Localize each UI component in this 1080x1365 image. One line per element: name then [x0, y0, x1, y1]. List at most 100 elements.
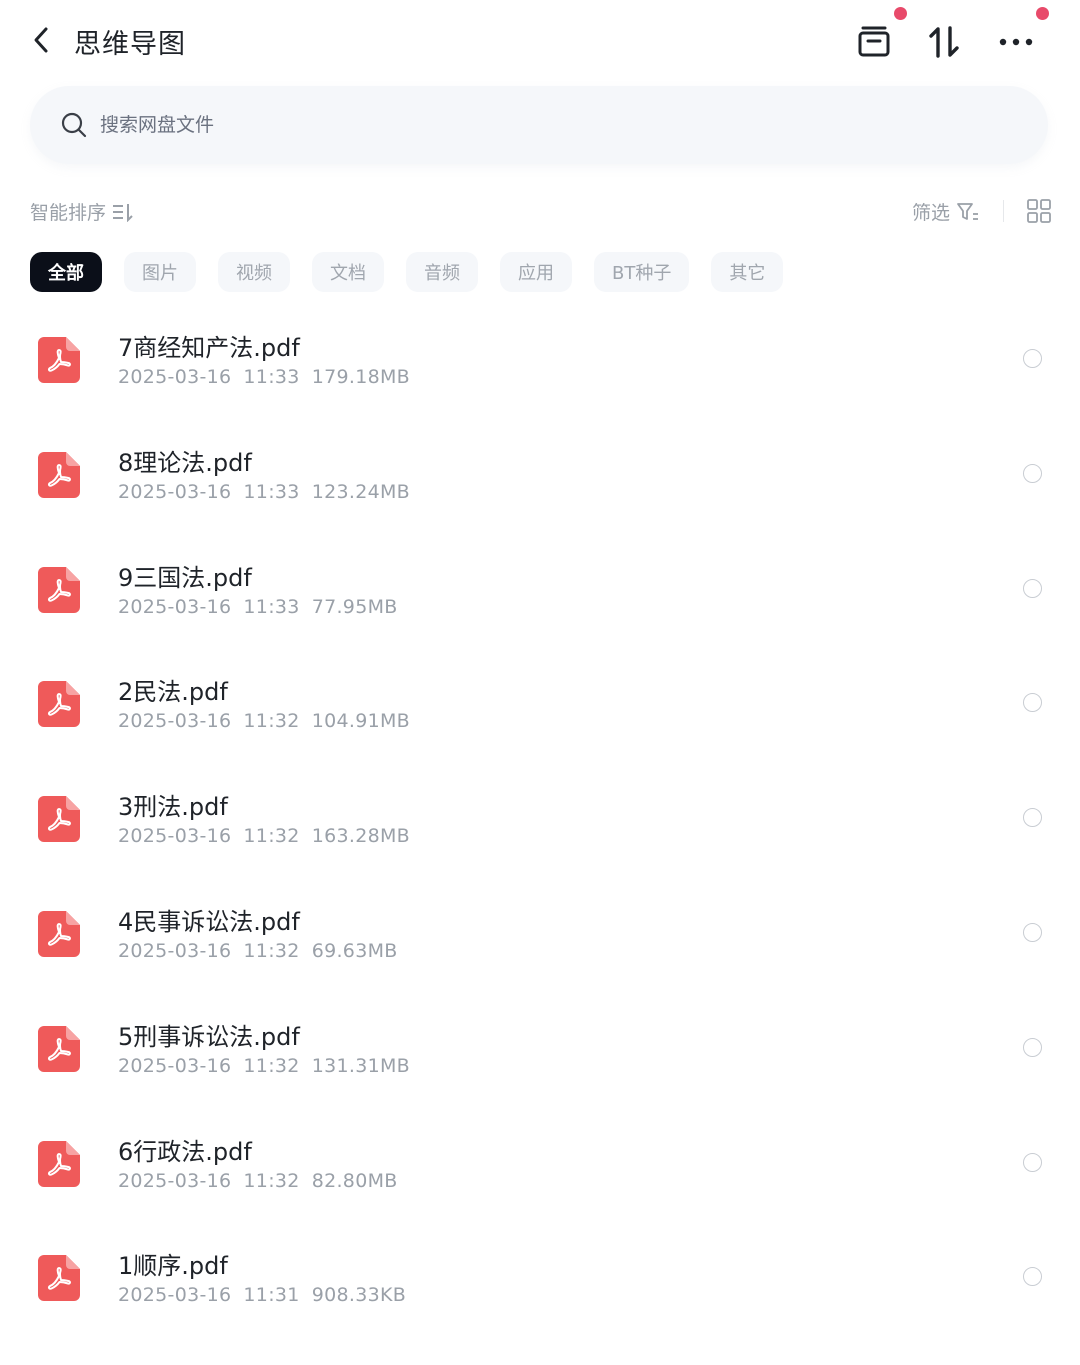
pdf-file-icon — [38, 337, 80, 383]
file-name: 3刑法.pdf — [118, 793, 228, 822]
file-date: 2025-03-16 — [118, 825, 232, 848]
divider — [1003, 200, 1004, 222]
pdf-file-icon — [38, 1255, 80, 1301]
tab-apps[interactable]: 应用 — [500, 252, 572, 292]
pdf-file-icon — [38, 681, 80, 727]
file-date: 2025-03-16 — [118, 1169, 232, 1192]
tab-videos[interactable]: 视频 — [218, 252, 290, 292]
file-name: 9三国法.pdf — [118, 563, 252, 592]
file-time: 11:33 — [243, 595, 300, 618]
file-meta: 2025-03-16 11:32 69.63MB — [118, 940, 410, 962]
tab-images[interactable]: 图片 — [124, 252, 196, 292]
grid-view-icon[interactable] — [1026, 198, 1052, 224]
tab-documents[interactable]: 文档 — [312, 252, 384, 292]
file-size: 69.63MB — [311, 939, 398, 962]
file-name: 1顺序.pdf — [118, 1252, 228, 1281]
file-meta: 2025-03-16 11:31 908.33KB — [118, 1284, 418, 1306]
file-size: 123.24MB — [311, 480, 410, 503]
file-name: 2民法.pdf — [118, 678, 228, 707]
pdf-file-icon — [38, 796, 80, 842]
pdf-file-icon — [38, 452, 80, 498]
file-time: 11:32 — [243, 1054, 300, 1077]
select-radio[interactable] — [1023, 1037, 1042, 1057]
file-name: 6行政法.pdf — [118, 1137, 252, 1166]
tab-audio[interactable]: 音频 — [406, 252, 478, 292]
file-row[interactable]: 3刑法.pdf 2025-03-16 11:32 163.28MB — [0, 759, 1080, 874]
file-time: 11:32 — [243, 825, 300, 848]
file-name: 5刑事诉讼法.pdf — [118, 1022, 300, 1051]
select-radio[interactable] — [1023, 349, 1042, 368]
category-tabs: 全部 图片 视频 文档 音频 应用 BT种子 其它 — [30, 252, 784, 292]
search-bar[interactable] — [30, 86, 1048, 164]
file-row[interactable]: 4民事诉讼法.pdf 2025-03-16 11:32 69.63MB — [0, 874, 1080, 989]
file-size: 163.28MB — [311, 825, 410, 848]
file-date: 2025-03-16 — [118, 595, 232, 618]
file-list: 7商经知产法.pdf 2025-03-16 11:33 179.18MB 8理论法.… — [0, 300, 1080, 1333]
filter-label: 筛选 — [911, 202, 950, 224]
file-meta: 2025-03-16 11:33 77.95MB — [118, 596, 410, 618]
filter-button[interactable]: 筛选 — [912, 198, 980, 225]
file-name: 4民事诉讼法.pdf — [118, 907, 300, 936]
file-time: 11:32 — [243, 939, 300, 962]
notification-dot — [894, 7, 907, 20]
chevron-left-icon — [34, 27, 48, 53]
file-time: 11:31 — [243, 1284, 300, 1307]
select-radio[interactable] — [1023, 922, 1042, 942]
file-size: 104.91MB — [311, 710, 410, 733]
sort-arrows-icon — [929, 26, 959, 58]
file-date: 2025-03-16 — [118, 366, 232, 388]
archive-button[interactable] — [850, 7, 907, 66]
file-row[interactable]: 5刑事诉讼法.pdf 2025-03-16 11:32 131.31MB — [0, 989, 1080, 1104]
sort-lines-icon — [113, 203, 133, 222]
file-size: 77.95MB — [311, 595, 398, 618]
select-radio[interactable] — [1023, 1152, 1042, 1172]
file-size: 908.33KB — [311, 1284, 407, 1307]
select-radio[interactable] — [1023, 693, 1042, 713]
file-date: 2025-03-16 — [118, 480, 232, 503]
file-name: 8理论法.pdf — [118, 448, 252, 477]
tab-bt-torrents[interactable]: BT种子 — [594, 252, 690, 292]
search-icon — [61, 112, 87, 138]
pdf-file-icon — [38, 1141, 80, 1187]
file-meta: 2025-03-16 11:33 123.24MB — [118, 481, 422, 503]
file-name: 7商经知产法.pdf — [118, 334, 300, 362]
file-row[interactable]: 6行政法.pdf 2025-03-16 11:32 82.80MB — [0, 1104, 1080, 1219]
search-input[interactable] — [98, 113, 902, 137]
more-button[interactable] — [992, 7, 1049, 66]
file-row[interactable]: 1顺序.pdf 2025-03-16 11:31 908.33KB — [0, 1218, 1080, 1333]
file-row[interactable]: 2民法.pdf 2025-03-16 11:32 104.91MB — [0, 644, 1080, 759]
archive-box-icon — [858, 26, 890, 57]
file-time: 11:32 — [243, 1169, 300, 1192]
smart-sort-button[interactable]: 智能排序 — [30, 198, 134, 225]
file-meta: 2025-03-16 11:32 104.91MB — [118, 710, 422, 732]
sort-label: 智能排序 — [30, 202, 107, 224]
back-button[interactable] — [22, 20, 62, 60]
file-date: 2025-03-16 — [118, 1284, 232, 1307]
file-row[interactable]: 7商经知产法.pdf 2025-03-16 11:33 179.18MB — [0, 300, 1080, 415]
tab-other[interactable]: 其它 — [711, 252, 784, 292]
pdf-file-icon — [38, 1026, 80, 1072]
top-bar: 思维导图 — [0, 0, 1080, 84]
file-size: 179.18MB — [311, 366, 410, 388]
file-meta: 2025-03-16 11:32 163.28MB — [118, 825, 422, 847]
file-date: 2025-03-16 — [118, 710, 232, 733]
file-time: 11:32 — [243, 710, 300, 733]
select-radio[interactable] — [1023, 1267, 1042, 1287]
file-row[interactable]: 8理论法.pdf 2025-03-16 11:33 123.24MB — [0, 415, 1080, 530]
file-date: 2025-03-16 — [118, 1054, 232, 1077]
pdf-file-icon — [38, 911, 80, 957]
sort-button[interactable] — [920, 18, 968, 66]
file-time: 11:33 — [243, 366, 300, 388]
tab-all[interactable]: 全部 — [30, 252, 102, 292]
select-radio[interactable] — [1023, 463, 1042, 483]
file-meta: 2025-03-16 11:32 82.80MB — [118, 1170, 410, 1192]
select-radio[interactable] — [1023, 578, 1042, 598]
file-row[interactable]: 9三国法.pdf 2025-03-16 11:33 77.95MB — [0, 530, 1080, 645]
notification-dot — [1036, 7, 1049, 20]
file-date: 2025-03-16 — [118, 939, 232, 962]
select-radio[interactable] — [1023, 808, 1042, 828]
page-title: 思维导图 — [74, 29, 186, 60]
file-size: 82.80MB — [311, 1169, 398, 1192]
file-meta: 2025-03-16 11:32 131.31MB — [118, 1055, 422, 1077]
file-meta: 2025-03-16 11:33 179.18MB — [118, 366, 422, 388]
